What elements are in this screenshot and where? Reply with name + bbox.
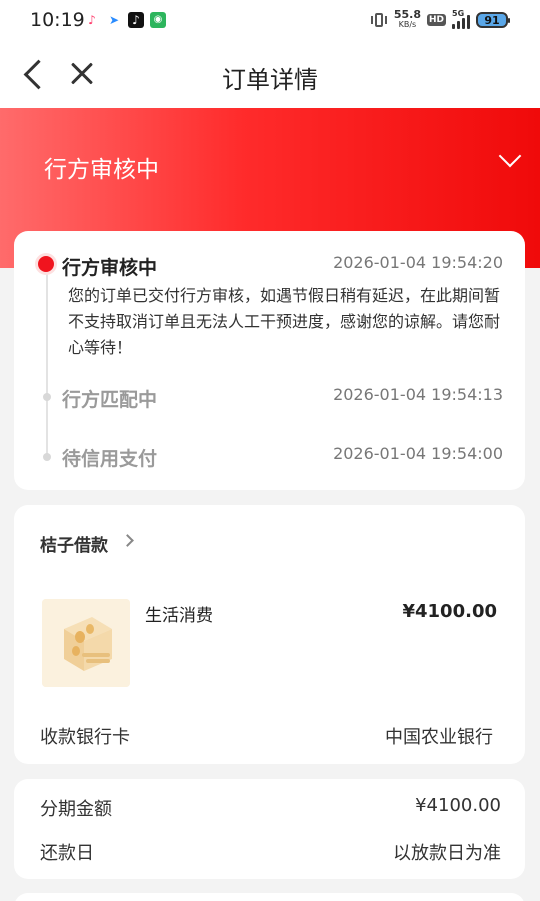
installment-amount-label: 分期金额	[40, 799, 112, 820]
page-title: 订单详情	[222, 66, 318, 94]
next-card	[14, 893, 525, 901]
douyin-lite-icon: ♪	[88, 13, 96, 27]
play-app-icon: ➤	[108, 13, 120, 27]
installment-card: 分期金额 ¥4100.00 还款日 以放款日为准	[14, 779, 525, 879]
bank-card-label: 收款银行卡	[40, 727, 130, 748]
timeline-dot	[43, 453, 51, 461]
timeline-step-label: 待信用支付	[62, 448, 158, 470]
product-card: 桔子借款 生活消费 ¥4100.00 收款银行卡 中国农业银行	[14, 505, 525, 764]
repay-day-value: 以放款日为准	[393, 843, 501, 864]
timeline-step-label: 行方审核中	[62, 257, 158, 279]
product-thumbnail	[42, 599, 130, 687]
battery-icon: 91	[476, 12, 510, 28]
timeline-dot	[43, 393, 51, 401]
order-timeline-card: 行方审核中 2026-01-04 19:54:20 您的订单已交付行方审核，如遇…	[14, 231, 525, 490]
timeline-step-time: 2026-01-04 19:54:00	[333, 444, 503, 463]
hd-icon: HD	[426, 14, 446, 26]
product-name: 生活消费	[145, 606, 213, 626]
repay-day-label: 还款日	[40, 843, 94, 864]
battery-level: 91	[484, 13, 500, 27]
coins-box-icon	[42, 599, 130, 687]
net-speed: 55.8 KB/s	[393, 8, 421, 30]
notification-icons: ♪ ➤ ♪ ◉	[84, 12, 166, 28]
signal-label: 5G	[452, 9, 465, 18]
timeline-step-time: 2026-01-04 19:54:20	[333, 253, 503, 272]
product-price: ¥4100.00	[402, 601, 497, 622]
timeline-description: 您的订单已交付行方审核，如遇节假日稍有延迟，在此期间暂不支持取消订单且无法人工干…	[68, 286, 501, 357]
status-bar: 10:19 ♪ ➤ ♪ ◉ 55.8 KB/s HD 5G 91	[0, 0, 540, 42]
nav-bar: 订单详情	[0, 42, 540, 108]
timeline-line	[46, 271, 48, 457]
signal-icon: 5G	[452, 9, 470, 29]
vibrate-icon	[370, 11, 388, 29]
status-time: 10:19	[30, 9, 85, 31]
installment-amount-value: ¥4100.00	[415, 795, 501, 816]
timeline-step-time: 2026-01-04 19:54:13	[333, 385, 503, 404]
net-speed-value: 55.8	[393, 8, 421, 21]
timeline-dot-active	[38, 256, 54, 272]
bank-card-value: 中国农业银行	[385, 727, 493, 748]
status-right-group: 55.8 KB/s HD 5G 91	[370, 8, 510, 30]
merchant-name[interactable]: 桔子借款	[40, 531, 108, 556]
timeline-step-label: 行方匹配中	[62, 389, 158, 411]
chevron-right-icon[interactable]	[121, 534, 134, 547]
banner-status-text: 行方审核中	[44, 157, 159, 183]
tiktok-icon: ♪	[128, 12, 144, 28]
wifi-app-icon: ◉	[150, 12, 166, 28]
net-speed-unit: KB/s	[398, 20, 417, 29]
chevron-down-icon[interactable]	[498, 144, 522, 168]
